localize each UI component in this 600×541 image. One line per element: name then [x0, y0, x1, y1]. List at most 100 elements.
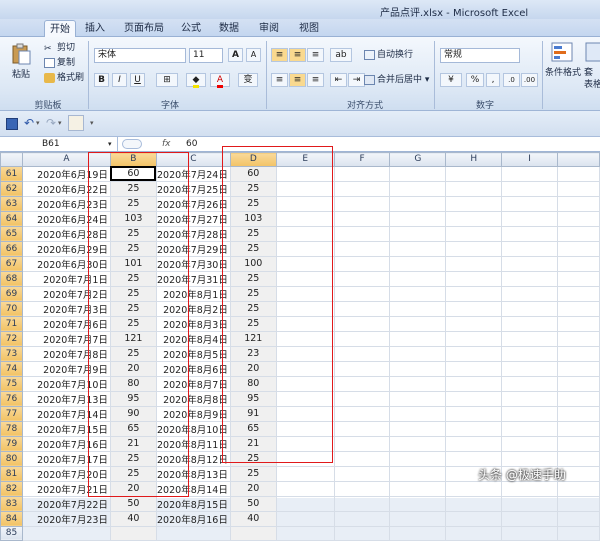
cell-f[interactable]	[333, 330, 391, 347]
cell-g[interactable]	[389, 435, 447, 452]
cell-i[interactable]	[501, 525, 559, 541]
row-header[interactable]: 65	[0, 225, 23, 242]
cell-h[interactable]	[445, 390, 503, 407]
merge-center-button[interactable]: 合并后居中 ▾	[364, 74, 429, 86]
column-header-i[interactable]: I	[501, 152, 559, 167]
cell-i[interactable]	[501, 390, 559, 407]
cell-h[interactable]	[445, 315, 503, 332]
row-header[interactable]: 62	[0, 180, 23, 197]
cell-f[interactable]	[333, 270, 391, 287]
cell-b[interactable]: 80	[109, 375, 157, 392]
cell-g[interactable]	[389, 270, 447, 287]
select-all-corner[interactable]	[0, 152, 23, 167]
cell-c[interactable]: 2020年7月30日	[155, 255, 231, 272]
row-header[interactable]: 67	[0, 255, 23, 272]
cell-a[interactable]: 2020年6月22日	[21, 180, 111, 197]
cell-i[interactable]	[501, 195, 559, 212]
cell-f[interactable]	[333, 450, 391, 467]
cell-a[interactable]: 2020年7月8日	[21, 345, 111, 362]
paste-button[interactable]: 粘贴	[8, 43, 34, 83]
cell-i[interactable]	[501, 315, 559, 332]
cell-c[interactable]: 2020年8月1日	[155, 285, 231, 302]
cell-f[interactable]	[333, 240, 391, 257]
cell-i[interactable]	[501, 450, 559, 467]
cell-c[interactable]: 2020年8月6日	[155, 360, 231, 377]
cell-b[interactable]: 103	[109, 210, 157, 227]
cell-d[interactable]: 20	[229, 480, 277, 497]
cell-c[interactable]: 2020年7月24日	[155, 165, 231, 182]
cell-d[interactable]: 80	[229, 375, 277, 392]
cell-e[interactable]	[275, 300, 335, 317]
cell-h[interactable]	[445, 495, 503, 512]
cell-e[interactable]	[275, 375, 335, 392]
cell-f[interactable]	[333, 480, 391, 497]
column-header-blank[interactable]	[557, 152, 600, 167]
cell-f[interactable]	[333, 435, 391, 452]
cell-d[interactable]: 103	[229, 210, 277, 227]
cell-g[interactable]	[389, 450, 447, 467]
column-header-e[interactable]: E	[275, 152, 335, 167]
column-header-d[interactable]: D	[229, 152, 277, 167]
cell-e[interactable]	[275, 180, 335, 197]
cell-d[interactable]: 25	[229, 450, 277, 467]
cell-j[interactable]	[557, 180, 600, 197]
format-table-button[interactable]: 套 表格	[584, 41, 600, 91]
cell-i[interactable]	[501, 330, 559, 347]
chevron-down-icon[interactable]: ▾	[58, 119, 62, 127]
cell-b[interactable]: 25	[109, 180, 157, 197]
cell-c[interactable]: 2020年8月2日	[155, 300, 231, 317]
underline-button[interactable]: U	[130, 73, 145, 87]
cell-j[interactable]	[557, 285, 600, 302]
cell-c[interactable]: 2020年8月16日	[155, 510, 231, 527]
cell-h[interactable]	[445, 285, 503, 302]
cell-i[interactable]	[501, 300, 559, 317]
cell-g[interactable]	[389, 240, 447, 257]
cell-i[interactable]	[501, 285, 559, 302]
cell-j[interactable]	[557, 480, 600, 497]
cell-i[interactable]	[501, 435, 559, 452]
redo-icon[interactable]: ↷	[46, 116, 56, 130]
cell-a[interactable]: 2020年6月30日	[21, 255, 111, 272]
cell-c[interactable]: 2020年7月25日	[155, 180, 231, 197]
shrink-font-button[interactable]: A	[246, 48, 261, 62]
cell-i[interactable]	[501, 495, 559, 512]
row-header[interactable]: 81	[0, 465, 23, 482]
cell-e[interactable]	[275, 390, 335, 407]
row-header[interactable]: 77	[0, 405, 23, 422]
copy-button[interactable]: 复制	[44, 57, 75, 69]
cell-a[interactable]: 2020年7月3日	[21, 300, 111, 317]
row-header[interactable]: 79	[0, 435, 23, 452]
cell-j[interactable]	[557, 390, 600, 407]
cell-c[interactable]: 2020年8月11日	[155, 435, 231, 452]
cell-f[interactable]	[333, 195, 391, 212]
cell-g[interactable]	[389, 420, 447, 437]
cell-h[interactable]	[445, 240, 503, 257]
cell-g[interactable]	[389, 525, 447, 541]
cell-a[interactable]: 2020年7月14日	[21, 405, 111, 422]
cell-i[interactable]	[501, 480, 559, 497]
cell-i[interactable]	[501, 240, 559, 257]
cell-f[interactable]	[333, 165, 391, 182]
cell-f[interactable]	[333, 525, 391, 541]
cell-c[interactable]: 2020年8月15日	[155, 495, 231, 512]
cell-j[interactable]	[557, 495, 600, 512]
cell-f[interactable]	[333, 405, 391, 422]
cell-i[interactable]	[501, 420, 559, 437]
cell-j[interactable]	[557, 450, 600, 467]
cell-g[interactable]	[389, 165, 447, 182]
undo-icon[interactable]: ↶	[24, 116, 34, 130]
row-header[interactable]: 69	[0, 285, 23, 302]
cell-d[interactable]: 25	[229, 300, 277, 317]
cell-g[interactable]	[389, 390, 447, 407]
tab-formulas[interactable]: 公式	[176, 20, 206, 37]
cell-g[interactable]	[389, 330, 447, 347]
cell-b[interactable]: 25	[109, 315, 157, 332]
cell-d[interactable]: 25	[229, 285, 277, 302]
cell-a[interactable]: 2020年7月7日	[21, 330, 111, 347]
cell-a[interactable]: 2020年7月1日	[21, 270, 111, 287]
cell-g[interactable]	[389, 195, 447, 212]
cell-e[interactable]	[275, 315, 335, 332]
fill-color-button[interactable]: ◆	[186, 73, 206, 88]
chevron-down-icon[interactable]: ▾	[36, 119, 40, 127]
cell-c[interactable]: 2020年8月4日	[155, 330, 231, 347]
